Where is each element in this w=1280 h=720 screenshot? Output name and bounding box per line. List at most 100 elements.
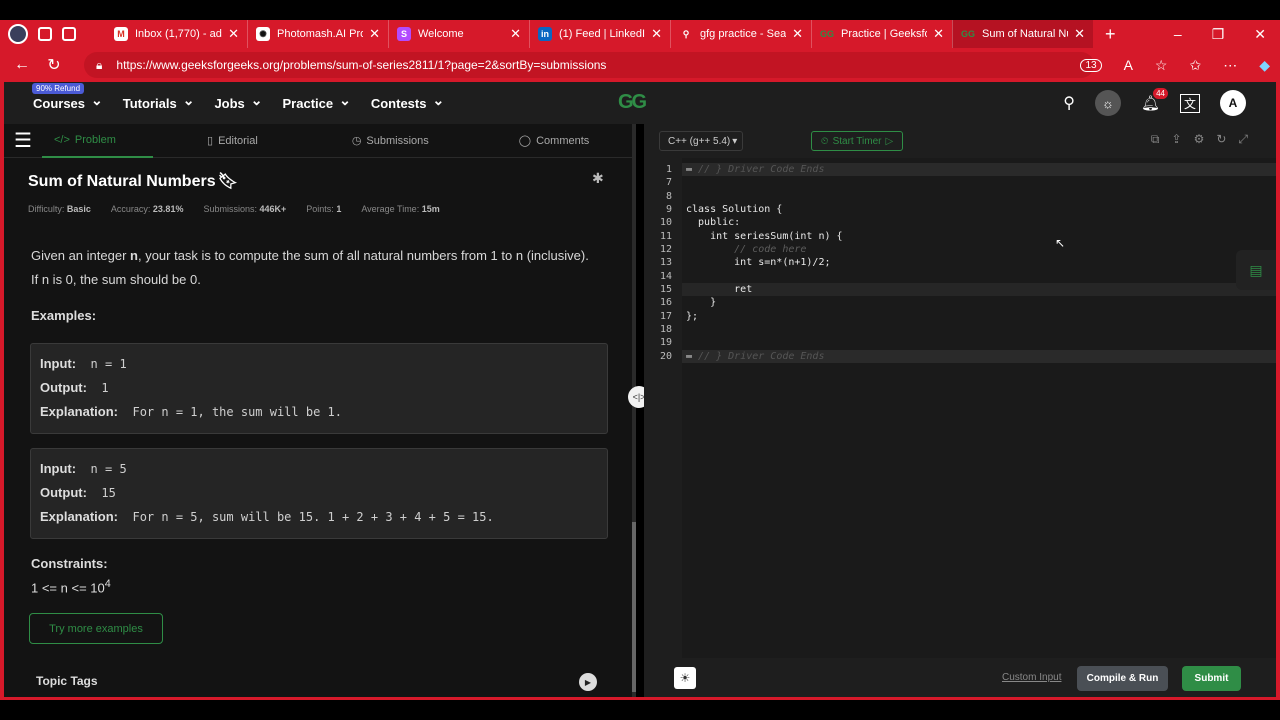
submit-button[interactable]: Submit (1182, 666, 1241, 691)
restore-icon[interactable]: ❐ (1212, 26, 1225, 43)
bookmark-icon[interactable]: 🔖︎ (218, 173, 238, 190)
code-line[interactable]: ▬ // } Driver Code Ends (686, 351, 824, 362)
menu-courses[interactable]: Courses ⌄ (33, 92, 103, 111)
profile-avatar-icon[interactable] (8, 24, 28, 44)
input-value: n = 5 (90, 462, 127, 476)
openai-icon: ✺ (256, 27, 270, 41)
menu-tutorials[interactable]: Tutorials ⌄ (123, 92, 195, 111)
close-tab-icon[interactable]: ✕ (792, 26, 803, 42)
fold-marker-icon[interactable]: ▬ (686, 351, 698, 362)
code-text: int seriesSum(int n) { (686, 231, 843, 242)
lightbulb-icon[interactable]: ☀ (674, 667, 696, 689)
compile-run-button[interactable]: Compile & Run (1077, 666, 1168, 691)
close-tab-icon[interactable]: ✕ (651, 26, 662, 42)
browser-tab[interactable]: M Inbox (1,770) - adity ✕ (106, 20, 247, 48)
code-line[interactable]: int s=n*(n+1)/2; (686, 257, 830, 268)
tab-submissions-label: Submissions (366, 134, 429, 147)
workspaces-icon[interactable] (38, 27, 52, 41)
favorites-icon[interactable]: ✩ (1189, 57, 1201, 74)
line-number: 13 (659, 257, 672, 268)
hamburger-menu-icon[interactable]: ☰ (4, 128, 42, 153)
settings-gear-icon[interactable]: ⚙ (1194, 132, 1205, 147)
scrollbar-thumb[interactable] (632, 522, 636, 692)
report-bug-icon[interactable]: ✱ (592, 170, 604, 187)
fold-marker-icon[interactable]: ▬ (686, 164, 698, 175)
theme-toggle-icon[interactable]: ☼ (1094, 90, 1121, 116)
line-number: 7 (665, 177, 672, 188)
tab-actions-icon[interactable] (62, 27, 76, 41)
code-line[interactable]: }; (686, 311, 698, 322)
close-tab-icon[interactable]: ✕ (510, 26, 521, 42)
close-window-icon[interactable]: ✕ (1254, 26, 1266, 43)
read-aloud-icon[interactable]: A (1124, 57, 1133, 73)
start-timer-button[interactable]: ⏲ Start Timer ▷ (811, 131, 903, 151)
code-text: // code here (686, 244, 807, 255)
fullscreen-icon[interactable]: ⤢ (1238, 132, 1248, 147)
browser-tab[interactable]: in (1) Feed | LinkedIn ✕ (529, 20, 670, 48)
problem-scrollbar[interactable] (632, 124, 636, 698)
menu-jobs[interactable]: Jobs ⌄ (214, 92, 262, 111)
tab-bar-left (0, 24, 106, 44)
mouse-cursor-icon: ↖ (1055, 236, 1066, 250)
tab-problem[interactable]: </> Problem (42, 124, 153, 158)
try-more-examples-button[interactable]: Try more examples (29, 613, 163, 644)
browser-tab[interactable]: ✺ Photomash.AI Projec ✕ (247, 20, 388, 48)
more-menu-icon[interactable]: ⋯ (1223, 57, 1237, 74)
window-controls: – ❐ ✕ (1174, 26, 1280, 43)
code-line[interactable]: class Solution { (686, 204, 782, 215)
language-select[interactable]: C++ (g++ 5.4) ▾ (659, 131, 743, 151)
custom-input-link[interactable]: Custom Input (1002, 672, 1061, 683)
address-bar[interactable]: 🔒︎ https://www.geeksforgeeks.org/problem… (84, 52, 1094, 78)
tracker-shield-icon[interactable]: 13 (1080, 58, 1102, 72)
code-line[interactable]: ▬ // } Driver Code Ends (686, 164, 824, 175)
browser-tab[interactable]: S Welcome ✕ (388, 20, 529, 48)
difficulty-value: Basic (66, 204, 91, 214)
close-tab-icon[interactable]: ✕ (228, 26, 239, 42)
tab-editorial[interactable]: ▯ Editorial (207, 124, 258, 158)
code-line[interactable]: ret (686, 284, 752, 295)
code-line[interactable]: public: (686, 217, 740, 228)
minimize-icon[interactable]: – (1174, 26, 1182, 42)
accuracy: Accuracy: 23.81% (111, 204, 184, 214)
document-icon: ▯ (207, 135, 214, 147)
code-text: }; (686, 311, 699, 322)
chevron-down-icon: ⌄ (91, 91, 103, 108)
bottom-black-bar (0, 700, 1280, 720)
lock-icon[interactable]: 🔒︎ (96, 58, 102, 73)
chat-icon[interactable]: ▤ (1236, 250, 1276, 290)
browser-tab[interactable]: ⚲ gfg practice - Search ✕ (670, 20, 811, 48)
menu-practice[interactable]: Practice ⌄ (283, 92, 351, 111)
back-icon[interactable]: ← (6, 56, 38, 74)
user-avatar[interactable]: A (1220, 90, 1246, 116)
gfg-logo[interactable]: GG (618, 91, 647, 114)
expand-arrow-icon[interactable]: ▶ (579, 673, 597, 691)
code-text: } (686, 297, 717, 308)
tab-comments[interactable]: ◯ Comments (519, 124, 590, 158)
copilot-icon[interactable]: ◆ (1259, 57, 1270, 74)
new-tab-icon[interactable]: + (1105, 24, 1116, 45)
close-tab-icon[interactable]: ✕ (933, 26, 944, 42)
translate-icon[interactable]: 文 (1179, 93, 1200, 113)
copy-icon[interactable]: ⧉ (1151, 132, 1160, 147)
close-tab-icon[interactable]: ✕ (369, 26, 380, 42)
upload-icon[interactable]: ⇪ (1172, 132, 1182, 147)
refresh-icon[interactable]: ↻ (38, 55, 70, 75)
example-explanation: Explanation: For n = 1, the sum will be … (40, 400, 598, 424)
time-value: 15m (421, 204, 440, 214)
search-icon[interactable]: ⚲ (1063, 93, 1075, 113)
topic-tags-heading[interactable]: Topic Tags (36, 674, 98, 688)
difficulty-label: Difficulty: (28, 204, 65, 214)
code-line[interactable]: // code here (686, 244, 806, 255)
browser-tab[interactable]: GG Practice | GeeksforG ✕ (811, 20, 952, 48)
code-line[interactable]: } (686, 297, 716, 308)
favorite-star-icon[interactable]: ☆ (1155, 57, 1168, 74)
code-line[interactable]: int seriesSum(int n) { (686, 231, 843, 242)
notification-bell-icon[interactable]: 🔔︎ 44 (1141, 88, 1168, 112)
tab-submissions[interactable]: ◷ Submissions (352, 124, 429, 158)
reset-icon[interactable]: ↻ (1216, 132, 1226, 147)
timer-label: Start Timer (832, 135, 882, 147)
explanation-value: For n = 1, the sum will be 1. (132, 405, 342, 419)
close-tab-icon[interactable]: ✕ (1074, 26, 1085, 42)
menu-contests[interactable]: Contests ⌄ (371, 92, 444, 111)
browser-tab[interactable]: GG Sum of Natural Num ✕ (952, 20, 1093, 48)
